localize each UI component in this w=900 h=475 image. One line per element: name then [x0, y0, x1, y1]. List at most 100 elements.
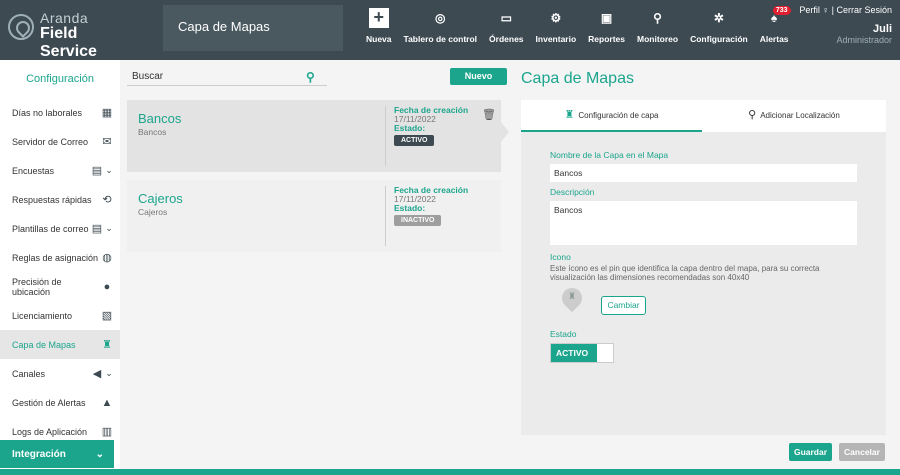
search-icon[interactable]: ⚲ [306, 70, 315, 84]
trash-icon[interactable]: 🗑 [482, 108, 496, 121]
sidebar-title: Configuración [26, 73, 94, 85]
orders-icon: ▭ [500, 11, 512, 25]
rules-icon: ◍ [102, 252, 112, 264]
reports-icon: ▣ [600, 11, 613, 25]
state-label: Estado: [394, 123, 426, 133]
plus-icon: + [368, 8, 389, 28]
separator: | [831, 5, 834, 15]
icon-label: Icono [550, 252, 571, 262]
calendar-icon: ▦ [101, 107, 113, 119]
mail-template-icon: ▤ [91, 223, 103, 235]
new-layer-button[interactable]: Nuevo [450, 68, 507, 85]
sidebar-item-capa-mapas[interactable]: Capa de Mapas ♜ [0, 330, 120, 359]
nav-label: Reportes [588, 34, 626, 44]
save-button[interactable]: Guardar [789, 443, 832, 461]
tab-label: Configuración de capa [578, 111, 659, 120]
location-icon: ● [103, 280, 111, 293]
layer-card-cajeros[interactable]: Cajeros Cajeros Fecha de creación 17/11/… [127, 180, 501, 252]
main-nav: + Nueva ◎ Tablero de control ▭ Órdenes ⚙… [360, 0, 795, 50]
brand-line2: Field Service [40, 25, 97, 60]
inventory-icon: ⚙ [550, 11, 562, 25]
sidebar-item-gestion-alertas[interactable]: Gestión de Alertas ▲ [0, 388, 120, 417]
nav-label: Alertas [759, 34, 789, 44]
chevron-down-icon: ⌄ [95, 448, 104, 460]
nav-alertas[interactable]: ♠ 733 Alertas [754, 0, 795, 50]
layer-name-input[interactable]: Bancos [550, 164, 857, 182]
nav-configuracion[interactable]: ✲ Configuración [684, 0, 754, 50]
sidebar-item-label: Respuestas rápidas [12, 194, 92, 205]
layer-name-label: Nombre de la Capa en el Mapa [550, 150, 669, 160]
logout-link[interactable]: Cerrar Sesión [836, 5, 892, 15]
tab-configuracion-capa[interactable]: ♜ Configuración de capa [521, 100, 702, 132]
user-role: Administrador [836, 35, 892, 45]
logo[interactable]: Aranda Field Service [8, 10, 133, 60]
sidebar-item-encuestas[interactable]: Encuestas ▤ ⌄ [0, 156, 120, 185]
sidebar-item-precision-ubicacion[interactable]: Precisión de ubicación ● [0, 272, 120, 301]
top-bar: Aranda Field Service Capa de Mapas + Nue… [0, 0, 900, 60]
dashboard-icon: ◎ [435, 11, 446, 25]
module-title: Capa de Mapas [178, 19, 270, 34]
sidebar-item-servidor-correo[interactable]: Servidor de Correo ✉ [0, 127, 120, 156]
sidebar-item-reglas-asignacion[interactable]: Reglas de asignación ◍ [0, 243, 120, 272]
layer-card-meta: Fecha de creación 17/11/2022 Estado: ACT… [385, 106, 468, 166]
sidebar-item-label: Días no laborales [12, 107, 83, 118]
description-textarea[interactable]: Bancos [550, 201, 857, 245]
gear-icon: ✲ [713, 11, 724, 25]
layer-card-bancos[interactable]: Bancos Bancos Fecha de creación 17/11/20… [127, 100, 501, 172]
selection-arrow [501, 122, 509, 142]
sidebar-item-integracion[interactable]: Integración ⌄ [0, 440, 114, 468]
chevron-down-icon[interactable]: ⌄ [104, 165, 114, 176]
nav-reportes[interactable]: ▣ Reportes [582, 0, 631, 50]
user-icon: ♀ [822, 5, 832, 15]
nav-ordenes[interactable]: ▭ Órdenes [483, 0, 530, 50]
user-name: Juli [873, 23, 892, 35]
state-toggle[interactable]: ACTIVO [550, 343, 614, 363]
module-header: Capa de Mapas [163, 5, 343, 51]
layer-card-title: Cajeros [138, 191, 183, 206]
profile-link[interactable]: Perfil [799, 5, 820, 15]
state-label: Estado [550, 329, 577, 339]
survey-icon: ▤ [91, 165, 103, 177]
nav-label: Nueva [366, 34, 392, 44]
detail-title: Capa de Mapas [521, 70, 634, 87]
sidebar-item-canales[interactable]: Canales ◀ ⌄ [0, 359, 120, 388]
sidebar-item-label: Licenciamiento [12, 310, 73, 321]
status-badge: ACTIVO [394, 135, 435, 146]
tab-label: Adicionar Localización [760, 111, 840, 120]
tab-adicionar-localizacion[interactable]: ⚲ Adicionar Localización [702, 100, 886, 132]
sidebar-item-licenciamiento[interactable]: Licenciamiento ▧ [0, 301, 120, 330]
chevron-down-icon[interactable]: ⌄ [104, 368, 114, 379]
nav-label: Inventario [535, 34, 577, 44]
sidebar-item-plantillas-correo[interactable]: Plantillas de correo ▤ ⌄ [0, 214, 120, 243]
status-badge: INACTIVO [394, 215, 442, 226]
nav-tablero[interactable]: ◎ Tablero de control [398, 0, 484, 50]
logs-icon: ▥ [101, 426, 113, 438]
user-area: Perfil ♀ | Cerrar Sesión Juli Administra… [799, 5, 892, 45]
cancel-button[interactable]: Cancelar [839, 443, 885, 461]
change-icon-button[interactable]: Cambiar [601, 296, 646, 315]
icon-help-text: Este ícono es el pin que identifica la c… [550, 264, 820, 282]
sidebar-item-respuestas-rapidas[interactable]: Respuestas rápidas ⟲ [0, 185, 120, 214]
state-label: Estado: [394, 203, 426, 213]
license-icon: ▧ [101, 310, 113, 322]
nav-label: Monitoreo [637, 34, 679, 44]
search-input[interactable]: Buscar [127, 68, 327, 86]
nav-nueva[interactable]: + Nueva [360, 0, 398, 50]
layer-icon: ♜ [564, 109, 575, 122]
sidebar-item-label: Gestión de Alertas [12, 397, 86, 408]
sidebar-item-dias-no-laborales[interactable]: Días no laborales ▦ [0, 98, 120, 127]
layer-card-subtitle: Bancos [138, 127, 167, 137]
bell-icon: ▲ [101, 396, 113, 409]
brand-line1: Aranda [40, 10, 89, 26]
quick-reply-icon: ⟲ [102, 194, 112, 206]
nav-monitoreo[interactable]: ⚲ Monitoreo [631, 0, 684, 50]
sidebar-item-label: Integración [12, 448, 66, 460]
nav-label: Configuración [690, 34, 748, 44]
sidebar-item-label: Canales [12, 368, 46, 379]
logo-pin-icon [8, 14, 34, 40]
monitoring-icon: ⚲ [653, 11, 662, 25]
nav-inventario[interactable]: ⚙ Inventario [530, 0, 583, 50]
toggle-on-label: ACTIVO [551, 344, 597, 362]
map-layer-icon: ♜ [102, 339, 112, 351]
chevron-down-icon[interactable]: ⌄ [104, 223, 114, 234]
